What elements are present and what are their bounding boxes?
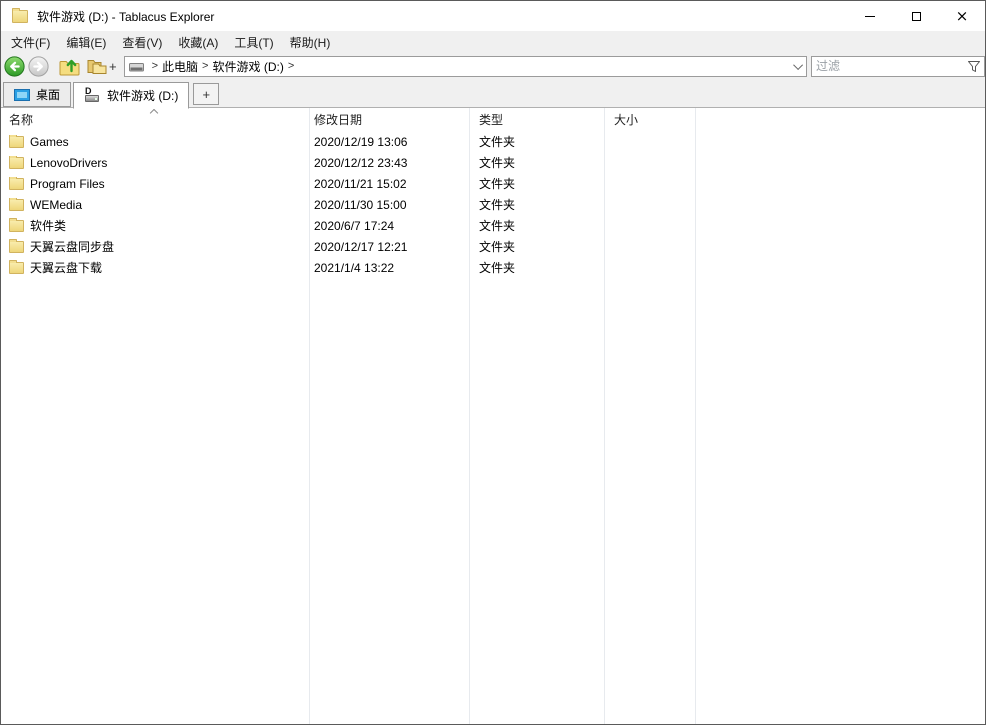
drive-d-icon: D [84, 88, 101, 103]
tab-drive-d[interactable]: D 软件游戏 (D:) [73, 82, 189, 109]
folder-icon [9, 178, 24, 190]
title-bar: 软件游戏 (D:) - Tablacus Explorer × [1, 1, 985, 31]
file-row[interactable]: 天翼云盘下载 2021/1/4 13:22 文件夹 [1, 257, 985, 278]
file-type: 文件夹 [469, 196, 604, 213]
file-row[interactable]: Games 2020/12/19 13:06 文件夹 [1, 131, 985, 152]
column-header-row: 名称 修改日期 类型 大小 [1, 108, 985, 131]
filter-funnel-icon [967, 60, 981, 73]
menu-view[interactable]: 查看(V) [114, 31, 170, 53]
menu-favorites[interactable]: 收藏(A) [170, 31, 226, 53]
address-dropdown-icon[interactable] [793, 60, 803, 70]
file-type: 文件夹 [469, 175, 604, 192]
breadcrumb-separator: > [202, 60, 208, 72]
window-controls: × [847, 1, 985, 31]
file-type: 文件夹 [469, 259, 604, 276]
new-tab-plus-label: + [109, 59, 117, 74]
file-row[interactable]: LenovoDrivers 2020/12/12 23:43 文件夹 [1, 152, 985, 173]
forward-icon [28, 56, 49, 77]
breadcrumb-separator: > [288, 60, 294, 72]
column-divider[interactable] [309, 108, 310, 724]
app-folder-icon [12, 10, 28, 23]
close-icon: × [956, 9, 969, 24]
folder-icon [9, 199, 24, 211]
folder-icon [9, 262, 24, 274]
desktop-icon [14, 89, 30, 101]
tab-desktop[interactable]: 桌面 [3, 82, 71, 107]
file-modified: 2020/11/30 15:00 [309, 198, 469, 212]
folder-icon [9, 157, 24, 169]
column-divider[interactable] [695, 108, 696, 724]
file-name: Games [30, 135, 69, 149]
file-modified: 2020/12/19 13:06 [309, 135, 469, 149]
folder-icon [9, 241, 24, 253]
file-name: LenovoDrivers [30, 156, 107, 170]
menu-edit[interactable]: 编辑(E) [58, 31, 114, 53]
toolbar: + > 此电脑 > 软件游戏 (D:) > [1, 53, 985, 79]
folder-icon [9, 220, 24, 232]
new-tab-button[interactable]: + [193, 83, 219, 105]
tab-bar: 桌面 D 软件游戏 (D:) + [1, 79, 985, 108]
file-name: 天翼云盘下载 [30, 259, 102, 276]
file-modified: 2020/11/21 15:02 [309, 177, 469, 191]
folder-up-icon [58, 56, 82, 77]
menu-help[interactable]: 帮助(H) [282, 31, 339, 53]
folder-icon [9, 136, 24, 148]
file-name: Program Files [30, 177, 105, 191]
file-type: 文件夹 [469, 238, 604, 255]
column-header-name[interactable]: 名称 [1, 108, 309, 131]
folders-icon [85, 56, 108, 76]
menu-file[interactable]: 文件(F) [3, 31, 58, 53]
drive-body-icon [85, 95, 99, 102]
file-list: 名称 修改日期 类型 大小 Games 2020/12/19 13:06 文件夹… [1, 108, 985, 724]
breadcrumb-this-pc[interactable]: 此电脑 [162, 58, 198, 75]
breadcrumb-drive[interactable]: 软件游戏 (D:) [212, 58, 283, 75]
maximize-button[interactable] [893, 1, 939, 31]
file-modified: 2020/12/12 23:43 [309, 156, 469, 170]
column-header-modified[interactable]: 修改日期 [309, 108, 469, 131]
back-button[interactable] [4, 56, 25, 77]
minimize-button[interactable] [847, 1, 893, 31]
address-bar[interactable]: > 此电脑 > 软件游戏 (D:) > [124, 56, 807, 77]
column-divider[interactable] [604, 108, 605, 724]
file-modified: 2020/12/17 12:21 [309, 240, 469, 254]
tab-label: 桌面 [36, 86, 60, 103]
file-row[interactable]: 软件类 2020/6/7 17:24 文件夹 [1, 215, 985, 236]
file-name: 天翼云盘同步盘 [30, 238, 114, 255]
file-type: 文件夹 [469, 133, 604, 150]
file-type: 文件夹 [469, 217, 604, 234]
column-header-type[interactable]: 类型 [469, 108, 604, 131]
up-button[interactable] [58, 56, 82, 77]
file-row[interactable]: 天翼云盘同步盘 2020/12/17 12:21 文件夹 [1, 236, 985, 257]
menu-bar: 文件(F) 编辑(E) 查看(V) 收藏(A) 工具(T) 帮助(H) [1, 31, 985, 53]
tab-label: 软件游戏 (D:) [107, 87, 178, 104]
tablacus-explorer-window: 软件游戏 (D:) - Tablacus Explorer × 文件(F) 编辑… [0, 0, 986, 725]
breadcrumb-separator: > [152, 60, 158, 72]
filter-box [811, 56, 985, 77]
window-title: 软件游戏 (D:) - Tablacus Explorer [37, 8, 214, 25]
file-name: 软件类 [30, 217, 66, 234]
maximize-icon [912, 12, 921, 21]
file-modified: 2021/1/4 13:22 [309, 261, 469, 275]
filter-input[interactable] [812, 59, 967, 73]
close-button[interactable]: × [939, 1, 985, 31]
file-modified: 2020/6/7 17:24 [309, 219, 469, 233]
drive-icon [129, 60, 144, 72]
minimize-icon [865, 16, 875, 17]
column-header-size[interactable]: 大小 [604, 108, 695, 131]
file-name: WEMedia [30, 198, 82, 212]
column-divider[interactable] [469, 108, 470, 724]
new-tab-folder-button[interactable]: + [85, 56, 121, 76]
forward-button[interactable] [28, 56, 49, 77]
file-row[interactable]: WEMedia 2020/11/30 15:00 文件夹 [1, 194, 985, 215]
menu-tools[interactable]: 工具(T) [226, 31, 281, 53]
back-icon [4, 56, 25, 77]
file-row[interactable]: Program Files 2020/11/21 15:02 文件夹 [1, 173, 985, 194]
file-type: 文件夹 [469, 154, 604, 171]
